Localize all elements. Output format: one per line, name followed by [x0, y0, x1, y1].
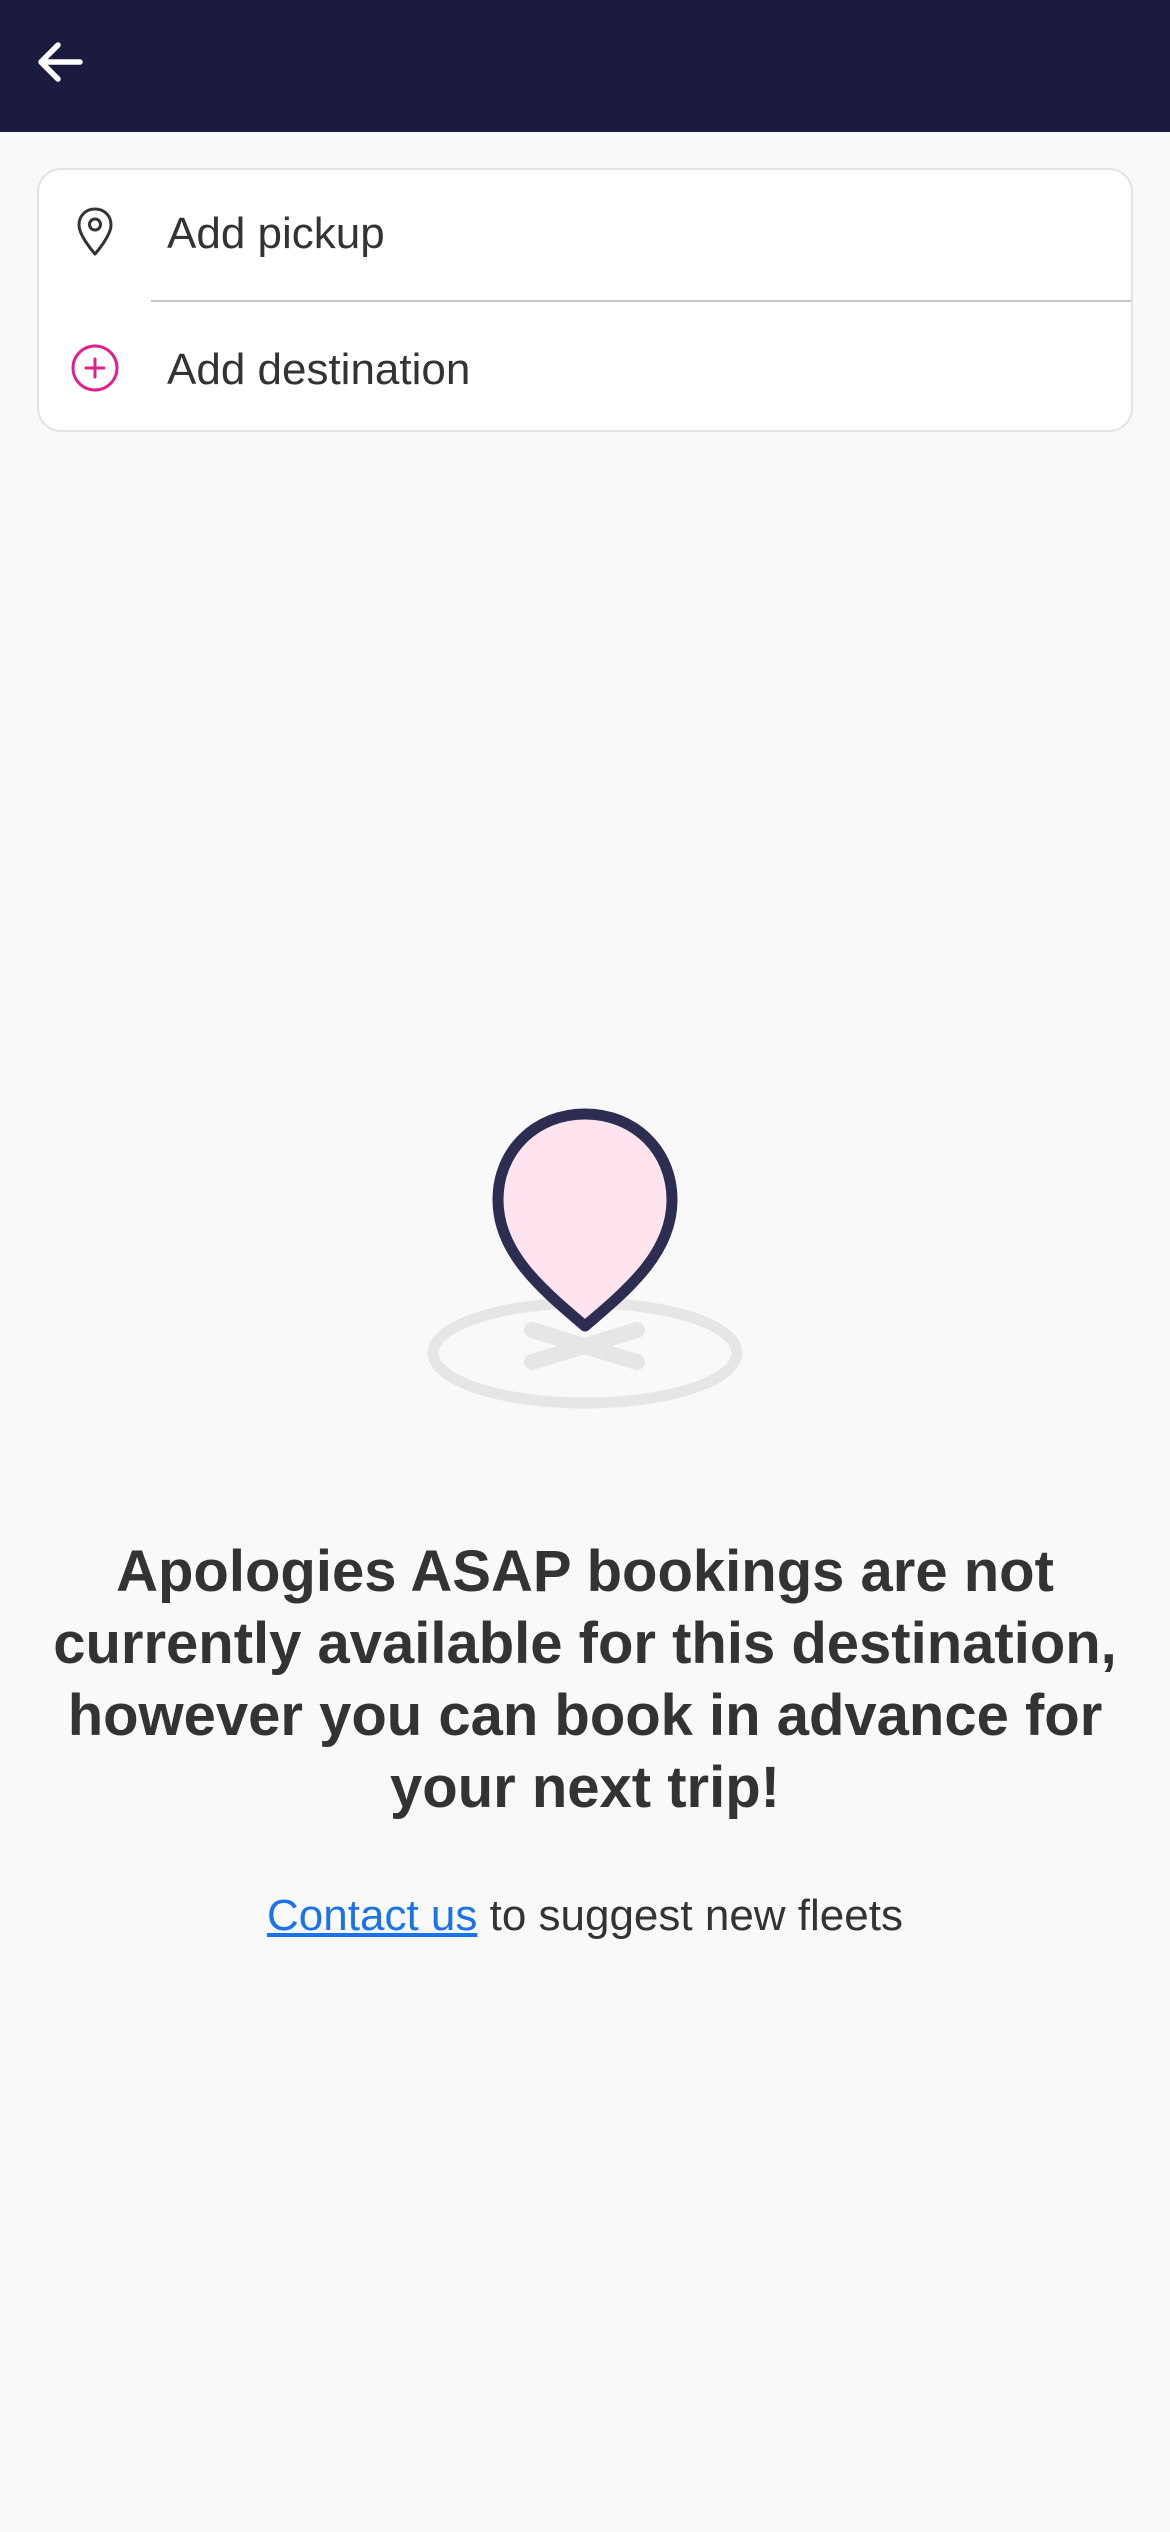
add-pickup-label: Add pickup [167, 209, 385, 258]
add-pickup-field[interactable]: Add pickup [39, 170, 1131, 300]
contact-suffix-text: to suggest new fleets [477, 1891, 903, 1940]
add-destination-label: Add destination [167, 345, 471, 394]
unavailable-message: Apologies ASAP bookings are not currentl… [53, 1539, 1117, 1821]
back-button[interactable] [20, 22, 100, 102]
map-pin-outline-icon [65, 202, 125, 262]
contact-suggestion: Contact us to suggest new fleets [0, 1888, 1170, 1944]
arrow-left-icon [38, 42, 83, 82]
route-card: Add pickup Add destination [37, 168, 1133, 432]
location-pin-illustration [420, 1100, 750, 1420]
add-destination-field[interactable]: Add destination [39, 302, 1131, 432]
top-app-bar [0, 0, 1170, 132]
contact-us-link[interactable]: Contact us [267, 1891, 477, 1940]
plus-circle-icon [65, 338, 125, 398]
